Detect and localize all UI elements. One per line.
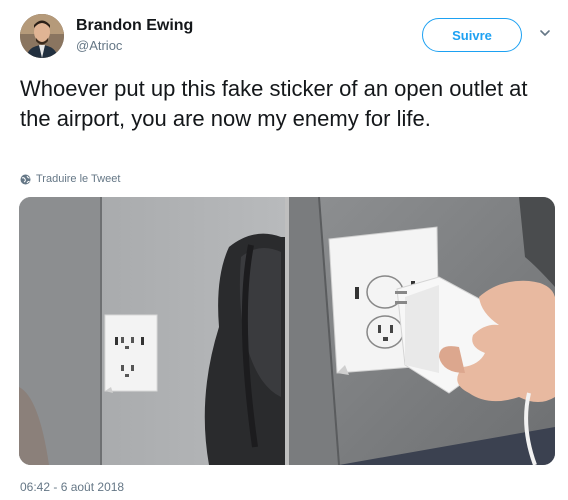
- translate-label: Traduire le Tweet: [36, 173, 121, 185]
- author-handle[interactable]: @Atrioc: [76, 38, 122, 53]
- tweet-header: Brandon Ewing @Atrioc Suivre: [20, 14, 556, 64]
- translate-link[interactable]: Traduire le Tweet: [20, 173, 120, 185]
- photo-outlet-sticker[interactable]: [19, 197, 285, 465]
- globe-icon: [20, 174, 31, 185]
- avatar[interactable]: [20, 14, 64, 58]
- chevron-down-icon[interactable]: [538, 26, 552, 40]
- photo-charger-attempt[interactable]: [289, 197, 555, 465]
- follow-button[interactable]: Suivre: [422, 18, 522, 52]
- author-name[interactable]: Brandon Ewing: [76, 17, 193, 35]
- tweet-text: Whoever put up this fake sticker of an o…: [20, 76, 528, 131]
- tweet-timestamp[interactable]: 06:42 - 6 août 2018: [20, 480, 124, 494]
- media-gallery: [19, 197, 555, 465]
